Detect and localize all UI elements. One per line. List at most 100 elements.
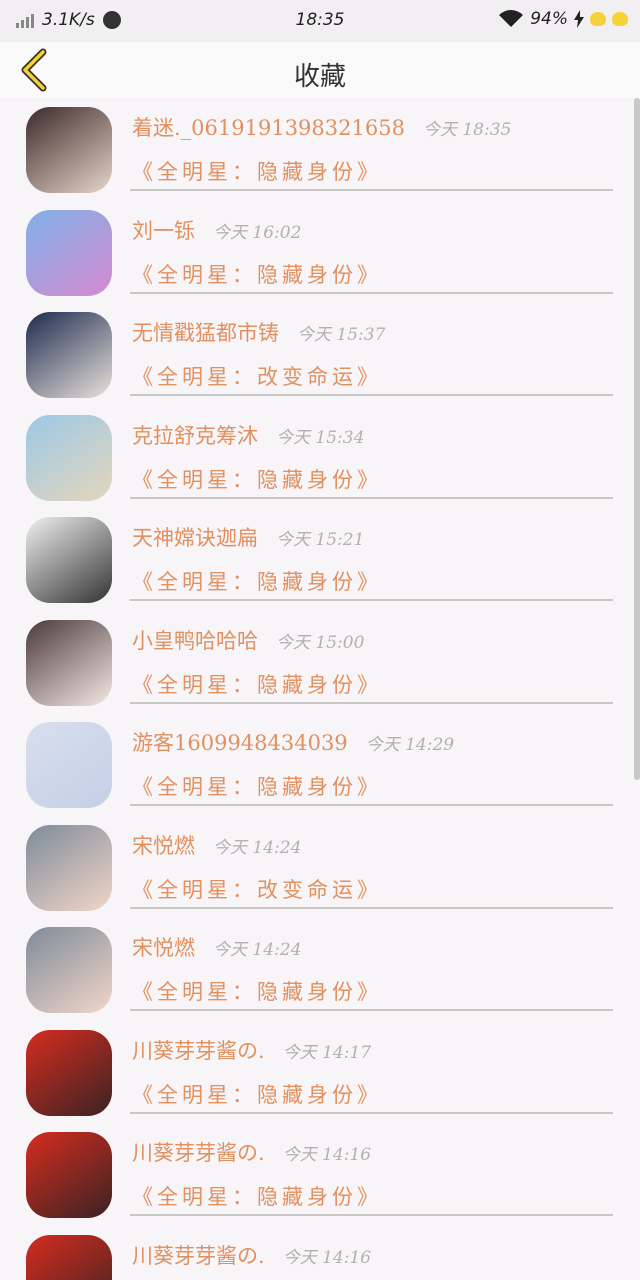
list-item[interactable]: 刘一铄 今天 16:02 《全明星：隐藏身份》 [0, 201, 640, 304]
divider [130, 291, 613, 294]
book-title[interactable]: 《全明星：改变命运》 [132, 874, 382, 904]
book-name: 全明星：隐藏身份 [157, 262, 357, 287]
timestamp: 今天 16:02 [213, 222, 302, 243]
book-title[interactable]: 《全明星：改变命运》 [132, 361, 382, 391]
avatar[interactable] [26, 312, 112, 398]
user-name[interactable]: 天神嫦诀迦扁 [132, 526, 258, 550]
user-name[interactable]: 克拉舒克筹沐 [132, 424, 258, 448]
book-name: 全明星：改变命运 [157, 877, 357, 902]
list-item[interactable]: 无情戳猛都市铸 今天 15:37 《全明星：改变命运》 [0, 303, 640, 406]
divider [130, 394, 613, 396]
divider [130, 1009, 613, 1011]
list-item[interactable]: 川葵芽芽酱の.今天 14:16《全明星：隐藏身份》 [0, 1226, 640, 1280]
timestamp: 今天 15:21 [276, 530, 365, 550]
user-name[interactable]: 无情戳猛都市铸 [132, 321, 279, 345]
timestamp: 今天 15:00 [276, 632, 365, 653]
book-title[interactable]: 《全明星：隐藏身份》 [132, 156, 382, 186]
list-item-header: 着迷._0619191398321658 今天 18:35 [132, 112, 511, 142]
book-name: 全明星：改变命运 [157, 365, 357, 389]
book-quote-open: 《 [132, 1185, 157, 1209]
book-quote-open: 《 [132, 160, 157, 184]
book-quote-open: 《 [132, 877, 157, 902]
avatar[interactable] [26, 517, 112, 603]
book-quote-close: 》 [357, 365, 382, 389]
book-quote-close: 》 [357, 672, 382, 697]
book-quote-open: 《 [132, 1082, 157, 1107]
app-header: 收藏 [0, 42, 640, 98]
book-name: 全明星：隐藏身份 [157, 1082, 357, 1107]
avatar[interactable] [26, 927, 112, 1013]
list-item[interactable]: 宋悦燃 今天 14:24 《全明星：改变命运》 [0, 816, 640, 919]
timestamp: 今天 15:34 [276, 427, 365, 448]
avatar[interactable] [26, 1234, 112, 1280]
divider [130, 804, 613, 806]
list-item[interactable]: 克拉舒克筹沐 今天 15:34 《全明星：隐藏身份》 [0, 406, 640, 509]
list-item[interactable]: 小皇鸭哈哈哈 今天 15:00 《全明星：隐藏身份》 [0, 611, 640, 714]
book-quote-close: 》 [357, 1082, 382, 1107]
list-item-header: 无情戳猛都市铸 今天 15:37 [132, 317, 385, 347]
user-name[interactable]: 宋悦燃 [132, 834, 195, 858]
wifi-icon [499, 10, 524, 27]
book-title[interactable]: 《全明星：隐藏身份》 [132, 259, 382, 289]
list-item[interactable]: 天神嫦诀迦扁 今天 15:21 《全明星：隐藏身份》 [0, 508, 640, 611]
book-quote-open: 《 [132, 262, 157, 287]
user-name[interactable]: 刘一铄 [132, 219, 195, 243]
book-quote-close: 》 [357, 1185, 382, 1209]
divider [130, 701, 613, 704]
avatar[interactable] [26, 619, 112, 706]
list-item[interactable]: 宋悦燃 今天 14:24 《全明星：隐藏身份》 [0, 918, 640, 1021]
user-name[interactable]: 川葵芽芽酱の. [132, 1039, 265, 1063]
status-bar: 3.1K/s 18:35 94% [0, 0, 640, 42]
book-title[interactable]: 《全明星：隐藏身份》 [132, 771, 382, 801]
avatar[interactable] [26, 824, 112, 911]
user-name[interactable]: 游客1609948434039 [132, 731, 348, 755]
list-item-header: 川葵芽芽酱の. 今天 14:17 [132, 1035, 371, 1065]
book-quote-close: 》 [357, 160, 382, 184]
timestamp: 今天 14:16 [282, 1145, 372, 1165]
book-title[interactable]: 《全明星：隐藏身份》 [132, 976, 382, 1006]
user-name[interactable]: 小皇鸭哈哈哈 [132, 629, 258, 653]
scrollbar[interactable] [634, 98, 640, 780]
avatar[interactable] [26, 1132, 112, 1218]
book-name: 全明星：隐藏身份 [157, 672, 357, 697]
timestamp: 今天 14:16 [282, 1247, 372, 1268]
user-name[interactable]: 川葵芽芽酱の. [132, 1141, 265, 1165]
book-title[interactable]: 《全明星：隐藏身份》 [132, 1181, 382, 1211]
list-item-header: 刘一铄 今天 16:02 [132, 215, 301, 245]
avatar[interactable] [26, 107, 112, 193]
avatar[interactable] [26, 414, 112, 501]
book-quote-open: 《 [132, 467, 157, 492]
book-quote-close: 》 [357, 570, 382, 594]
user-name[interactable]: 川葵芽芽酱の. [132, 1244, 265, 1268]
chick-icon [590, 12, 606, 26]
list-item[interactable]: 川葵芽芽酱の. 今天 14:16 《全明星：隐藏身份》 [0, 1123, 640, 1226]
avatar[interactable] [26, 1029, 112, 1116]
book-quote-close: 》 [357, 877, 382, 902]
list-item-header: 川葵芽芽酱の. 今天 14:16 [132, 1137, 371, 1167]
book-title[interactable]: 《全明星：隐藏身份》 [132, 464, 382, 494]
divider [130, 599, 613, 601]
battery-level: 94% [530, 9, 568, 29]
user-name[interactable]: 宋悦燃 [132, 936, 195, 960]
book-title[interactable]: 《全明星：隐藏身份》 [132, 566, 382, 596]
list-item-header: 游客1609948434039 今天 14:29 [132, 727, 454, 757]
timestamp: 今天 14:24 [213, 837, 302, 858]
list-item[interactable]: 川葵芽芽酱の. 今天 14:17 《全明星：隐藏身份》 [0, 1021, 640, 1124]
list-item[interactable]: 着迷._0619191398321658 今天 18:35 《全明星：隐藏身份》 [0, 98, 640, 201]
divider [130, 496, 613, 499]
book-name: 全明星：隐藏身份 [157, 775, 357, 799]
list-item[interactable]: 游客1609948434039 今天 14:29 《全明星：隐藏身份》 [0, 713, 640, 816]
book-title[interactable]: 《全明星：隐藏身份》 [132, 669, 382, 699]
book-title[interactable]: 《全明星：隐藏身份》 [132, 1079, 382, 1109]
divider [130, 189, 613, 191]
avatar[interactable] [26, 209, 112, 296]
list-item-header: 克拉舒克筹沐 今天 15:34 [132, 420, 364, 450]
timestamp: 今天 14:24 [213, 940, 302, 960]
timestamp: 今天 18:35 [422, 120, 512, 140]
avatar[interactable] [26, 722, 112, 808]
user-name[interactable]: 着迷._0619191398321658 [132, 116, 405, 140]
list-item-header: 宋悦燃 今天 14:24 [132, 830, 301, 860]
page-title: 收藏 [293, 62, 346, 92]
book-name: 全明星：隐藏身份 [157, 1185, 357, 1209]
favorites-list[interactable]: 着迷._0619191398321658 今天 18:35 《全明星：隐藏身份》 刘一… [0, 98, 640, 1280]
